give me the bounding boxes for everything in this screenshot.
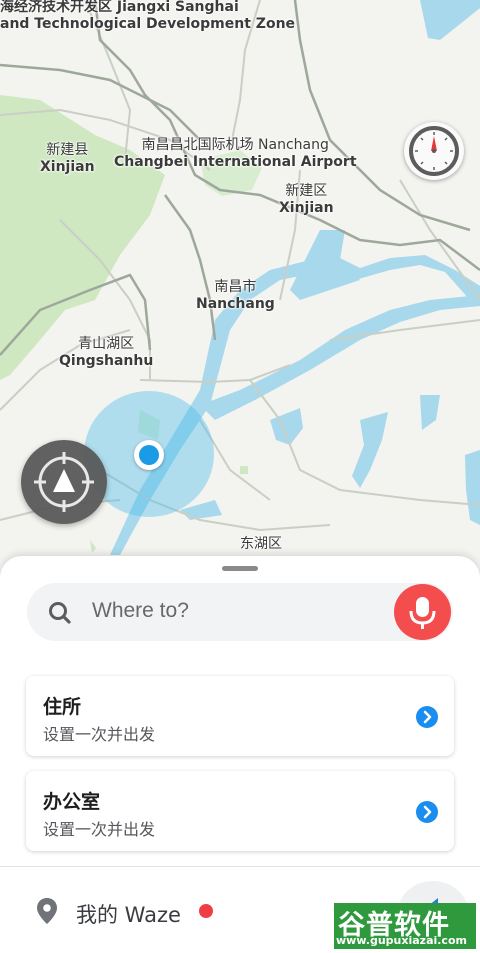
map-label-qingshanhu: 青山湖区 Qingshanhu — [59, 336, 154, 369]
map-label-airport: 南昌昌北国际机场 Nanchang Changbei International… — [114, 137, 357, 170]
voice-search-button[interactable] — [394, 584, 451, 640]
place-card-home[interactable]: 住所 设置一次并出发 — [26, 676, 454, 756]
bottom-sheet[interactable]: Where to? 住所 设置一次并出发 办公室 设置一次并出发 我的 Waze — [0, 556, 480, 953]
map-label-zone: 海经济技术开发区 Jiangxi Sanghai and Technologic… — [0, 0, 296, 32]
current-location-dot — [134, 440, 164, 470]
compass-icon — [409, 126, 459, 176]
map-view[interactable]: 海经济技术开发区 Jiangxi Sanghai and Technologic… — [0, 0, 480, 600]
my-waze-label[interactable]: 我的 Waze — [76, 899, 181, 929]
map-label-xinjian-district: 新建区 Xinjian — [279, 183, 334, 216]
map-label-donghu: 东湖区 — [240, 536, 282, 552]
microphone-icon — [409, 597, 436, 629]
chevron-right-icon[interactable] — [416, 706, 438, 728]
notification-dot — [199, 904, 213, 918]
map-label-nanchang: 南昌市 Nanchang — [196, 279, 275, 312]
place-card-work[interactable]: 办公室 设置一次并出发 — [26, 771, 454, 851]
place-title: 办公室 — [43, 791, 101, 813]
watermark-logo: 谷普软件园 www.gupuxiazai.com — [334, 903, 476, 953]
search-placeholder[interactable]: Where to? — [92, 599, 189, 623]
location-pin-icon — [37, 898, 57, 924]
recenter-icon — [34, 452, 94, 512]
search-bar[interactable]: Where to? — [27, 583, 453, 641]
recenter-button[interactable] — [21, 440, 107, 524]
place-title: 住所 — [43, 696, 82, 718]
search-icon — [49, 602, 71, 624]
chevron-right-icon[interactable] — [416, 801, 438, 823]
place-subtitle: 设置一次并出发 — [43, 820, 156, 839]
drag-handle[interactable] — [222, 566, 258, 571]
map-label-xinjian-county: 新建县 Xinjian — [40, 142, 95, 175]
compass-button[interactable] — [404, 122, 464, 180]
place-subtitle: 设置一次并出发 — [43, 725, 156, 744]
